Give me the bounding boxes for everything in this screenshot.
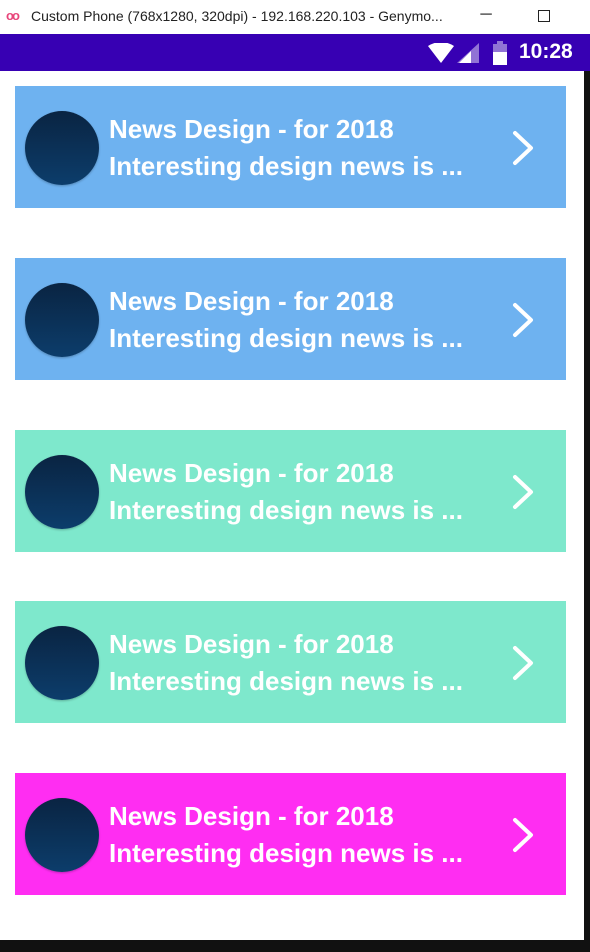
window-titlebar: oo Custom Phone (768x1280, 320dpi) - 192… xyxy=(0,0,590,34)
chevron-right-icon[interactable] xyxy=(511,302,537,338)
news-subtitle: Interesting design news is ... xyxy=(109,151,463,181)
chevron-right-icon[interactable] xyxy=(511,645,537,681)
minimize-button[interactable]: ─ xyxy=(474,4,498,28)
news-subtitle: Interesting design news is ... xyxy=(109,666,463,696)
avatar xyxy=(25,111,99,185)
news-title: News Design - for 2018 xyxy=(109,629,394,659)
chevron-right-icon[interactable] xyxy=(511,474,537,510)
news-subtitle: Interesting design news is ... xyxy=(109,838,463,868)
status-bar: 10:28 xyxy=(0,34,590,71)
avatar xyxy=(25,626,99,700)
news-card[interactable]: News Design - for 2018 Interesting desig… xyxy=(15,86,566,208)
avatar xyxy=(25,798,99,872)
navigation-bar xyxy=(0,940,590,952)
cell-signal-icon xyxy=(457,43,479,63)
status-clock: 10:28 xyxy=(519,40,573,63)
chevron-right-icon[interactable] xyxy=(511,130,537,166)
chevron-right-icon[interactable] xyxy=(511,817,537,853)
avatar xyxy=(25,283,99,357)
news-title: News Design - for 2018 xyxy=(109,458,394,488)
news-card[interactable]: News Design - for 2018 Interesting desig… xyxy=(15,430,566,552)
news-title: News Design - for 2018 xyxy=(109,114,394,144)
avatar xyxy=(25,455,99,529)
news-card[interactable]: News Design - for 2018 Interesting desig… xyxy=(15,601,566,723)
news-title: News Design - for 2018 xyxy=(109,801,394,831)
maximize-icon xyxy=(538,10,550,22)
news-subtitle: Interesting design news is ... xyxy=(109,495,463,525)
wifi-icon xyxy=(428,43,454,63)
window-title: Custom Phone (768x1280, 320dpi) - 192.16… xyxy=(31,8,443,24)
news-card[interactable]: News Design - for 2018 Interesting desig… xyxy=(15,773,566,895)
news-card[interactable]: News Design - for 2018 Interesting desig… xyxy=(15,258,566,380)
news-title: News Design - for 2018 xyxy=(109,286,394,316)
news-subtitle: Interesting design news is ... xyxy=(109,323,463,353)
maximize-button[interactable] xyxy=(532,4,556,28)
battery-icon xyxy=(493,41,507,65)
window-border xyxy=(584,71,590,940)
genymotion-logo-icon: oo xyxy=(6,8,20,23)
